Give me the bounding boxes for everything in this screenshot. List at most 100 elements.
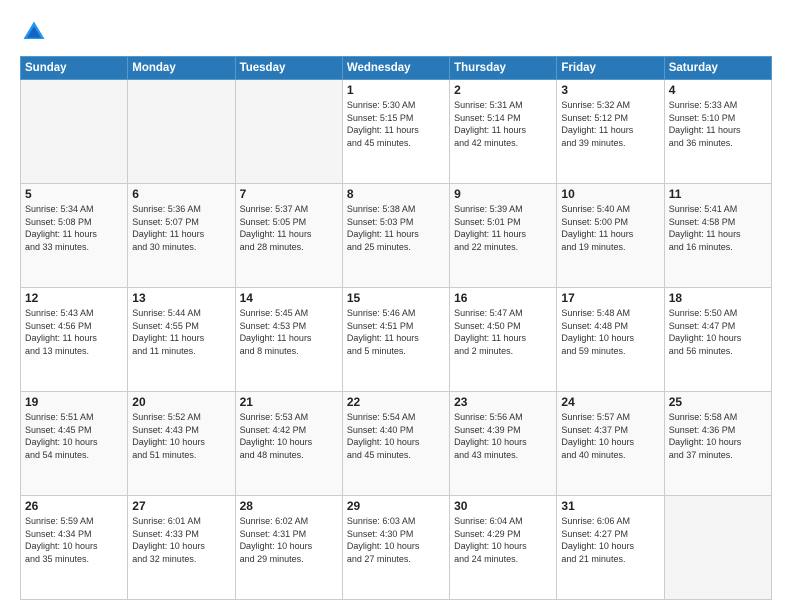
- day-info: Sunrise: 5:59 AM Sunset: 4:34 PM Dayligh…: [25, 515, 123, 565]
- day-number: 4: [669, 83, 767, 97]
- day-number: 18: [669, 291, 767, 305]
- calendar-cell: [21, 80, 128, 184]
- day-number: 5: [25, 187, 123, 201]
- day-info: Sunrise: 5:54 AM Sunset: 4:40 PM Dayligh…: [347, 411, 445, 461]
- day-number: 6: [132, 187, 230, 201]
- day-number: 13: [132, 291, 230, 305]
- day-info: Sunrise: 5:40 AM Sunset: 5:00 PM Dayligh…: [561, 203, 659, 253]
- weekday-header: Tuesday: [235, 57, 342, 80]
- logo: [20, 18, 52, 46]
- day-info: Sunrise: 5:51 AM Sunset: 4:45 PM Dayligh…: [25, 411, 123, 461]
- calendar-cell: 13 Sunrise: 5:44 AM Sunset: 4:55 PM Dayli…: [128, 288, 235, 392]
- calendar-week-row: 12 Sunrise: 5:43 AM Sunset: 4:56 PM Dayli…: [21, 288, 772, 392]
- weekday-header: Friday: [557, 57, 664, 80]
- day-info: Sunrise: 5:45 AM Sunset: 4:53 PM Dayligh…: [240, 307, 338, 357]
- calendar-cell: 4 Sunrise: 5:33 AM Sunset: 5:10 PM Daylig…: [664, 80, 771, 184]
- logo-icon: [20, 18, 48, 46]
- calendar-cell: 3 Sunrise: 5:32 AM Sunset: 5:12 PM Daylig…: [557, 80, 664, 184]
- day-info: Sunrise: 5:31 AM Sunset: 5:14 PM Dayligh…: [454, 99, 552, 149]
- day-info: Sunrise: 6:01 AM Sunset: 4:33 PM Dayligh…: [132, 515, 230, 565]
- day-info: Sunrise: 5:38 AM Sunset: 5:03 PM Dayligh…: [347, 203, 445, 253]
- weekday-header-row: SundayMondayTuesdayWednesdayThursdayFrid…: [21, 57, 772, 80]
- calendar-cell: 23Sunrise: 5:56 AM Sunset: 4:39 PM Dayli…: [450, 392, 557, 496]
- day-number: 25: [669, 395, 767, 409]
- day-number: 1: [347, 83, 445, 97]
- calendar-cell: 16 Sunrise: 5:47 AM Sunset: 4:50 PM Dayli…: [450, 288, 557, 392]
- day-number: 31: [561, 499, 659, 513]
- day-number: 27: [132, 499, 230, 513]
- calendar-cell: 12 Sunrise: 5:43 AM Sunset: 4:56 PM Dayli…: [21, 288, 128, 392]
- day-number: 23: [454, 395, 552, 409]
- day-info: Sunrise: 5:47 AM Sunset: 4:50 PM Dayligh…: [454, 307, 552, 357]
- day-info: Sunrise: 6:04 AM Sunset: 4:29 PM Dayligh…: [454, 515, 552, 565]
- calendar-cell: 22Sunrise: 5:54 AM Sunset: 4:40 PM Dayli…: [342, 392, 449, 496]
- weekday-header: Saturday: [664, 57, 771, 80]
- calendar-cell: [128, 80, 235, 184]
- calendar-cell: 10Sunrise: 5:40 AM Sunset: 5:00 PM Dayli…: [557, 184, 664, 288]
- day-number: 30: [454, 499, 552, 513]
- calendar-table: SundayMondayTuesdayWednesdayThursdayFrid…: [20, 56, 772, 600]
- day-number: 26: [25, 499, 123, 513]
- calendar-cell: 29Sunrise: 6:03 AM Sunset: 4:30 PM Dayli…: [342, 496, 449, 600]
- day-info: Sunrise: 5:58 AM Sunset: 4:36 PM Dayligh…: [669, 411, 767, 461]
- day-number: 11: [669, 187, 767, 201]
- calendar-cell: 19 Sunrise: 5:51 AM Sunset: 4:45 PM Dayli…: [21, 392, 128, 496]
- day-info: Sunrise: 6:02 AM Sunset: 4:31 PM Dayligh…: [240, 515, 338, 565]
- weekday-header: Wednesday: [342, 57, 449, 80]
- calendar-cell: 28Sunrise: 6:02 AM Sunset: 4:31 PM Dayli…: [235, 496, 342, 600]
- day-info: Sunrise: 5:34 AM Sunset: 5:08 PM Dayligh…: [25, 203, 123, 253]
- calendar-cell: 8 Sunrise: 5:38 AM Sunset: 5:03 PM Daylig…: [342, 184, 449, 288]
- calendar-cell: 24 Sunrise: 5:57 AM Sunset: 4:37 PM Dayli…: [557, 392, 664, 496]
- calendar-cell: 26 Sunrise: 5:59 AM Sunset: 4:34 PM Dayli…: [21, 496, 128, 600]
- day-number: 12: [25, 291, 123, 305]
- calendar-cell: 20Sunrise: 5:52 AM Sunset: 4:43 PM Dayli…: [128, 392, 235, 496]
- day-number: 16: [454, 291, 552, 305]
- day-number: 21: [240, 395, 338, 409]
- day-number: 20: [132, 395, 230, 409]
- page: SundayMondayTuesdayWednesdayThursdayFrid…: [0, 0, 792, 612]
- day-info: Sunrise: 5:33 AM Sunset: 5:10 PM Dayligh…: [669, 99, 767, 149]
- calendar-cell: 21 Sunrise: 5:53 AM Sunset: 4:42 PM Dayli…: [235, 392, 342, 496]
- day-info: Sunrise: 5:39 AM Sunset: 5:01 PM Dayligh…: [454, 203, 552, 253]
- calendar-week-row: 26 Sunrise: 5:59 AM Sunset: 4:34 PM Dayli…: [21, 496, 772, 600]
- calendar-cell: 1Sunrise: 5:30 AM Sunset: 5:15 PM Daylig…: [342, 80, 449, 184]
- calendar-cell: 31 Sunrise: 6:06 AM Sunset: 4:27 PM Dayli…: [557, 496, 664, 600]
- calendar-cell: [235, 80, 342, 184]
- day-info: Sunrise: 5:32 AM Sunset: 5:12 PM Dayligh…: [561, 99, 659, 149]
- day-number: 8: [347, 187, 445, 201]
- day-info: Sunrise: 5:53 AM Sunset: 4:42 PM Dayligh…: [240, 411, 338, 461]
- calendar-cell: 5 Sunrise: 5:34 AM Sunset: 5:08 PM Daylig…: [21, 184, 128, 288]
- day-number: 29: [347, 499, 445, 513]
- day-info: Sunrise: 5:50 AM Sunset: 4:47 PM Dayligh…: [669, 307, 767, 357]
- day-number: 24: [561, 395, 659, 409]
- calendar-cell: 11 Sunrise: 5:41 AM Sunset: 4:58 PM Dayli…: [664, 184, 771, 288]
- calendar-cell: 7 Sunrise: 5:37 AM Sunset: 5:05 PM Daylig…: [235, 184, 342, 288]
- calendar-cell: 25 Sunrise: 5:58 AM Sunset: 4:36 PM Dayli…: [664, 392, 771, 496]
- day-number: 7: [240, 187, 338, 201]
- day-number: 2: [454, 83, 552, 97]
- day-info: Sunrise: 5:37 AM Sunset: 5:05 PM Dayligh…: [240, 203, 338, 253]
- calendar-week-row: 19 Sunrise: 5:51 AM Sunset: 4:45 PM Dayli…: [21, 392, 772, 496]
- weekday-header: Sunday: [21, 57, 128, 80]
- day-number: 17: [561, 291, 659, 305]
- day-info: Sunrise: 5:57 AM Sunset: 4:37 PM Dayligh…: [561, 411, 659, 461]
- day-number: 14: [240, 291, 338, 305]
- day-number: 19: [25, 395, 123, 409]
- calendar-cell: 17 Sunrise: 5:48 AM Sunset: 4:48 PM Dayli…: [557, 288, 664, 392]
- day-info: Sunrise: 5:48 AM Sunset: 4:48 PM Dayligh…: [561, 307, 659, 357]
- day-info: Sunrise: 6:06 AM Sunset: 4:27 PM Dayligh…: [561, 515, 659, 565]
- calendar-week-row: 1Sunrise: 5:30 AM Sunset: 5:15 PM Daylig…: [21, 80, 772, 184]
- calendar-week-row: 5 Sunrise: 5:34 AM Sunset: 5:08 PM Daylig…: [21, 184, 772, 288]
- day-number: 3: [561, 83, 659, 97]
- calendar-cell: 27 Sunrise: 6:01 AM Sunset: 4:33 PM Dayli…: [128, 496, 235, 600]
- day-info: Sunrise: 5:43 AM Sunset: 4:56 PM Dayligh…: [25, 307, 123, 357]
- calendar-cell: 9 Sunrise: 5:39 AM Sunset: 5:01 PM Daylig…: [450, 184, 557, 288]
- day-info: Sunrise: 5:46 AM Sunset: 4:51 PM Dayligh…: [347, 307, 445, 357]
- day-number: 15: [347, 291, 445, 305]
- day-info: Sunrise: 5:41 AM Sunset: 4:58 PM Dayligh…: [669, 203, 767, 253]
- day-info: Sunrise: 5:36 AM Sunset: 5:07 PM Dayligh…: [132, 203, 230, 253]
- day-info: Sunrise: 5:44 AM Sunset: 4:55 PM Dayligh…: [132, 307, 230, 357]
- day-number: 9: [454, 187, 552, 201]
- weekday-header: Monday: [128, 57, 235, 80]
- calendar-cell: 14 Sunrise: 5:45 AM Sunset: 4:53 PM Dayli…: [235, 288, 342, 392]
